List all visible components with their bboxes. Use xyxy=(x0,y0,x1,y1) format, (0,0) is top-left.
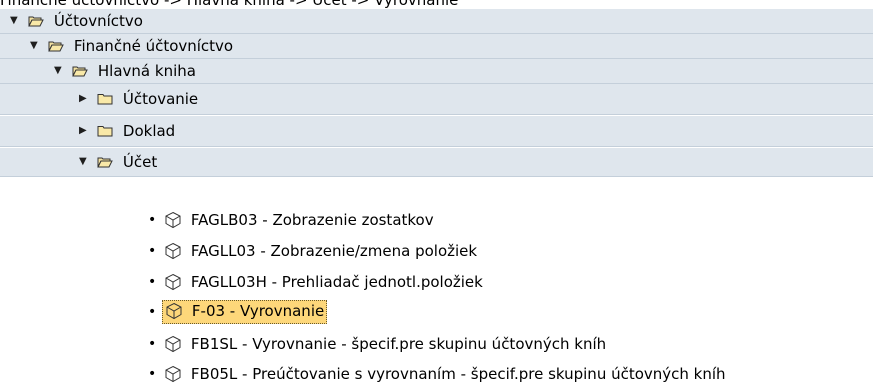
transaction-cube-icon xyxy=(164,211,182,229)
transaction-label: FB05L - Preúčtovanie s vyrovnaním - špec… xyxy=(190,365,726,383)
transaction-fb1sl[interactable]: • FB1SL - Vyrovnanie - špecif.pre skupin… xyxy=(148,332,607,356)
tree-node-label: Účtovanie xyxy=(122,90,199,108)
bullet-icon: • xyxy=(148,274,157,290)
tree-node-label: Finančné účtovníctvo xyxy=(73,37,234,55)
transaction-fb05l[interactable]: • FB05L - Preúčtovanie s vyrovnaním - šp… xyxy=(148,362,726,386)
bullet-icon: • xyxy=(148,212,157,228)
transaction-fagll03h[interactable]: • FAGLL03H - Prehliadač jednotl.položiek xyxy=(148,270,483,294)
selected-highlight[interactable]: F-03 - Vyrovnanie xyxy=(162,300,328,324)
tree-node-uctovnictvo[interactable]: ▼ Účtovníctvo xyxy=(0,9,873,34)
bullet-icon: • xyxy=(148,366,157,382)
tree-node-label: Doklad xyxy=(122,122,176,140)
tree-node-hlavna-kniha[interactable]: ▼ Hlavná kniha xyxy=(0,59,873,84)
closed-folder-icon xyxy=(97,93,113,105)
tree-node-label: Účtovníctvo xyxy=(53,12,143,30)
collapsed-arrow-icon[interactable]: ▶ xyxy=(79,116,89,146)
transaction-fagll03[interactable]: • FAGLL03 - Zobrazenie/zmena položiek xyxy=(148,239,478,263)
tree-node-financne-uctovnictvo[interactable]: ▼ Finančné účtovníctvo xyxy=(0,34,873,59)
open-folder-icon xyxy=(48,40,65,52)
transaction-fagl-b03[interactable]: • FAGLB03 - Zobrazenie zostatkov xyxy=(148,208,434,232)
tree-node-doklad[interactable]: ▶ Doklad xyxy=(0,116,873,147)
tree-node-ucet[interactable]: ▼ Účet xyxy=(0,148,873,177)
transaction-label: F-03 - Vyrovnanie xyxy=(191,302,325,320)
transaction-cube-icon xyxy=(164,365,182,383)
transaction-cube-icon xyxy=(164,273,182,291)
transaction-cube-icon xyxy=(164,335,182,353)
open-folder-icon xyxy=(72,65,89,77)
bullet-icon: • xyxy=(148,336,157,352)
closed-folder-icon xyxy=(97,125,113,137)
expand-arrow-icon[interactable]: ▼ xyxy=(79,148,89,176)
breadcrumb: Finančné účtovníctvo -> Hlavná kniha -> … xyxy=(0,0,459,9)
tree-node-uctovanie[interactable]: ▶ Účtovanie xyxy=(0,84,873,115)
bullet-icon: • xyxy=(148,243,157,259)
bullet-icon: • xyxy=(148,304,157,320)
collapsed-arrow-icon[interactable]: ▶ xyxy=(79,84,89,114)
transaction-f03[interactable]: • F-03 - Vyrovnanie xyxy=(148,300,328,324)
open-folder-icon xyxy=(97,156,114,168)
tree-node-label: Účet xyxy=(122,153,158,171)
transaction-cube-icon xyxy=(164,242,182,260)
expand-arrow-icon[interactable]: ▼ xyxy=(30,34,40,58)
tree-node-label: Hlavná kniha xyxy=(97,62,196,80)
expand-arrow-icon[interactable]: ▼ xyxy=(10,9,20,33)
transaction-label: FAGLL03H - Prehliadač jednotl.položiek xyxy=(190,273,483,291)
transaction-label: FB1SL - Vyrovnanie - špecif.pre skupinu … xyxy=(190,335,607,353)
transaction-label: FAGLL03 - Zobrazenie/zmena položiek xyxy=(190,242,478,260)
expand-arrow-icon[interactable]: ▼ xyxy=(54,59,64,83)
transaction-label: FAGLB03 - Zobrazenie zostatkov xyxy=(190,211,434,229)
open-folder-icon xyxy=(28,15,45,27)
transaction-cube-icon xyxy=(165,302,183,320)
